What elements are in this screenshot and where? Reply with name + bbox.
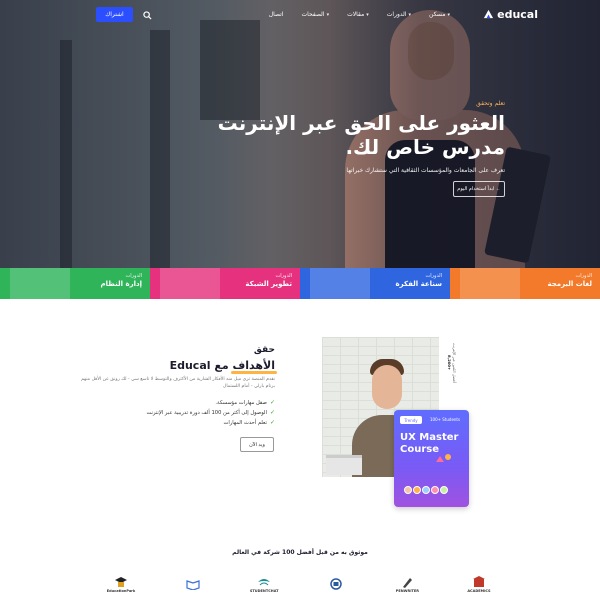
hero-description: تعرف على الجامعات والمؤسسات الثقافية الت… [346, 167, 505, 174]
menu-item-label: اتصال [268, 11, 284, 18]
avatar [440, 486, 448, 494]
chevron-down-icon: ▾ [366, 11, 369, 18]
about-heading: حقق الأهداف مع Educal [55, 345, 275, 372]
menu-item-label: مقالات [347, 11, 365, 18]
hero-title-rest: لك. [345, 135, 387, 159]
book-circle-icon [330, 578, 342, 590]
partner-logo[interactable] [172, 572, 214, 596]
partner-name: PENWRITER [395, 588, 419, 593]
open-book-icon [185, 580, 200, 590]
hero-title-line2: مدرس خاص لك. [205, 135, 505, 159]
logo-text: educal [497, 8, 538, 21]
main-menu: مسكن ▾ الدورات ▾ مقالات ▾ الصفحات ▾ اتصال [269, 11, 450, 18]
partner-name: STUDENTCHAT [249, 588, 279, 593]
category-strip: الدورات لغات البرمجة الدورات سناعة الفكر… [0, 268, 600, 299]
check-icon: ✓ [269, 409, 275, 416]
menu-item-contact[interactable]: اتصال [269, 11, 284, 18]
partner-logo[interactable]: PENWRITER [386, 572, 428, 596]
menu-item-label: مسكن [429, 11, 446, 18]
stats-badge: أفضل اللعين عبر الإنترنت +8,200 [447, 340, 457, 386]
category-small-label: الدورات [425, 273, 442, 279]
list-item: ✓ تعلم أحدث المهارات [95, 419, 275, 426]
hero-title-highlight: مدرس خاص [386, 135, 505, 159]
hero-text-block: تعلم وتحقق العثور على الحق عبر الإنترنت … [205, 100, 505, 174]
list-item-text: تعلم أحدث المهارات [223, 419, 267, 426]
trendy-badge: Trendy [400, 416, 422, 424]
about-title: الأهداف مع Educal [55, 359, 275, 372]
about-title-underlined: الأهداف [232, 359, 276, 372]
hero-title: العثور على الحق عبر الإنترنت مدرس خاص لك… [205, 111, 505, 159]
hero-title-line1: العثور على الحق عبر الإنترنت [217, 111, 505, 135]
check-icon: ✓ [269, 419, 275, 426]
category-small-label: الدورات [275, 273, 292, 279]
menu-item-pages[interactable]: الصفحات ▾ [301, 11, 329, 18]
category-network[interactable]: الدورات تطوير الشبكة [150, 268, 300, 299]
chat-icon [258, 578, 271, 585]
pen-icon [403, 577, 413, 588]
course-card[interactable]: Trendy 100+ Students UX Master Course [394, 410, 469, 507]
partner-name: ACADEMICS [467, 588, 491, 593]
partners-title: موثوق به من قبل أفضل 100 شركة في العالم [232, 549, 368, 556]
partner-logo[interactable]: STUDENTCHAT [243, 572, 285, 596]
academics-icon [472, 575, 485, 587]
category-idea[interactable]: الدورات سناعة الفكرة [300, 268, 450, 299]
about-small-title: حقق [253, 345, 275, 355]
hero-subtitle: تعلم وتحقق [476, 100, 505, 107]
course-decor-icon [436, 454, 451, 462]
chevron-down-icon: ▾ [447, 11, 450, 18]
menu-item-label: الدورات [386, 11, 407, 18]
chevron-down-icon: ▾ [408, 11, 412, 18]
menu-item-label: الصفحات [301, 11, 325, 18]
list-item-text: صقل مهارات مؤسسكة. [215, 399, 267, 406]
partner-logos: ACADEMICS PENWRITER STUDENTCHAT Educatio… [100, 572, 500, 600]
avatar [404, 486, 412, 494]
avatar-group [404, 486, 448, 494]
search-icon[interactable] [143, 11, 152, 20]
partner-logo[interactable]: EducationPark [100, 572, 142, 596]
student-count: 100+ Students [430, 417, 461, 422]
about-cta-button[interactable]: ويد الآن [240, 437, 274, 452]
menu-item-courses[interactable]: الدورات ▾ [387, 11, 411, 18]
partner-name: EducationPark [106, 588, 136, 593]
menu-item-articles[interactable]: مقالات ▾ [347, 11, 369, 18]
list-item-text: الوصول إلى أكثر من 100 ألف دورة تدريبية … [146, 409, 267, 416]
logo[interactable]: educal [483, 8, 538, 21]
avatar [431, 486, 439, 494]
logo-icon [484, 9, 494, 19]
graduation-cap-icon [115, 576, 127, 587]
list-item: ✓ صقل مهارات مؤسسكة. [95, 399, 275, 406]
partner-logo[interactable] [315, 572, 357, 596]
category-sysadmin[interactable]: الدورات إدارة النظام [0, 268, 150, 299]
category-small-label: الدورات [125, 273, 142, 279]
avatar [422, 486, 430, 494]
hero-cta-button[interactable]: ابدأ استخدام اليوم ← [453, 181, 505, 197]
menu-item-home[interactable]: مسكن ▾ [429, 11, 450, 18]
stats-label: أفضل اللعين عبر الإنترنت [452, 343, 457, 383]
list-item: ✓ الوصول إلى أكثر من 100 ألف دورة تدريبية… [95, 409, 275, 416]
join-button[interactable]: اشتراك [96, 7, 133, 22]
top-navigation: educal مسكن ▾ الدورات ▾ مقالات ▾ الصفحات ▾ ا… [0, 0, 600, 32]
course-title-line1: UX Master [400, 432, 459, 443]
partner-logo[interactable]: ACADEMICS [458, 572, 500, 596]
hero-banner: educal مسكن ▾ الدورات ▾ مقالات ▾ الصفحات ▾ ا… [0, 0, 600, 268]
chevron-down-icon: ▾ [326, 11, 330, 18]
avatar [413, 486, 421, 494]
about-description: نقدم المنصة تزي ميل منه الأفكار الشارية … [81, 377, 275, 389]
feature-list: ✓ صقل مهارات مؤسسكة. ✓ الوصول إلى أكثر من … [95, 399, 275, 429]
category-small-label: الدورات [575, 273, 592, 279]
stats-number: +8,200 [447, 355, 452, 371]
about-title-brand: مع Educal [169, 359, 233, 372]
category-programming[interactable]: الدورات لغات البرمجة [450, 268, 600, 299]
check-icon: ✓ [269, 399, 275, 406]
